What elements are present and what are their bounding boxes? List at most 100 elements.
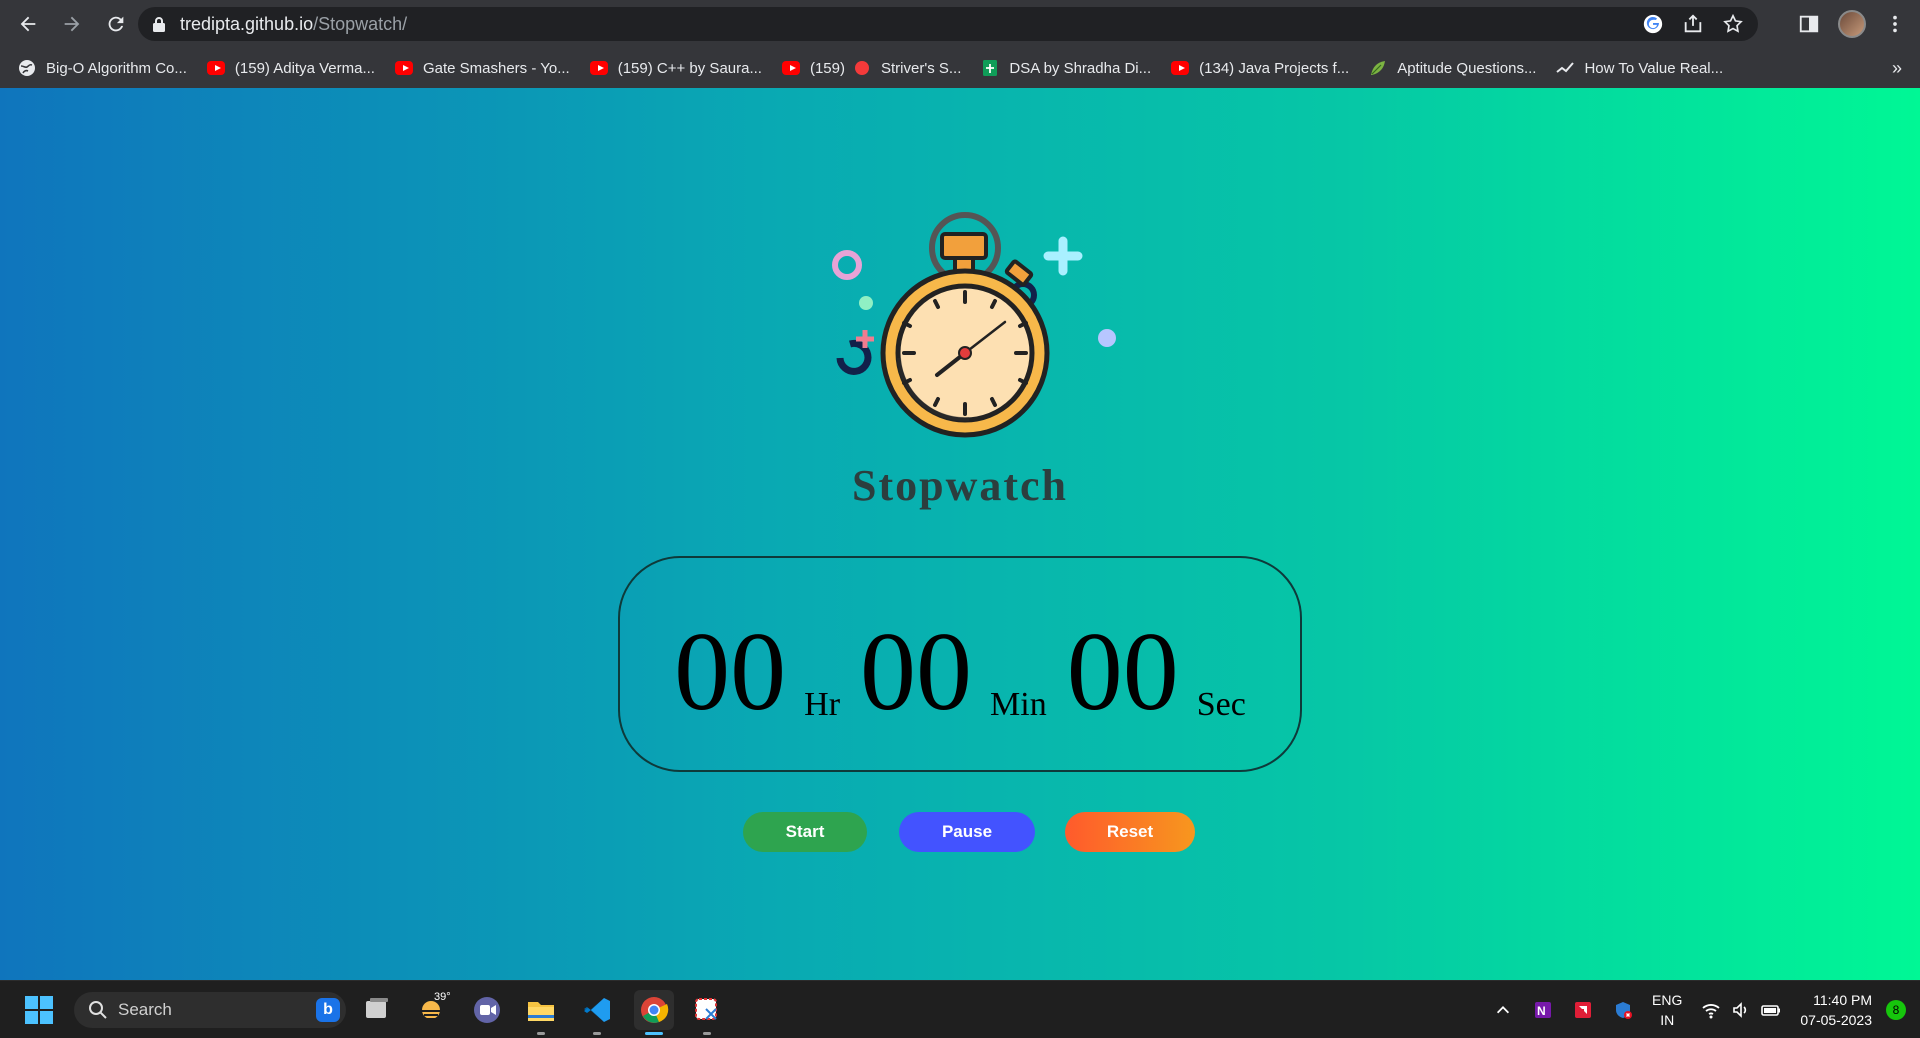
hours-value: 00 [674,610,787,734]
teams-app[interactable] [470,993,504,1027]
bookmark-label: Gate Smashers - Yo... [422,59,570,77]
volume-icon [1733,1002,1747,1018]
address-bar[interactable]: tredipta.github.io/Stopwatch/ [138,7,1758,41]
onenote-icon: N [1535,1002,1552,1018]
youtube-icon [394,61,413,75]
share-icon[interactable] [1682,13,1704,35]
bookmark-item[interactable]: Aptitude Questions... [1369,59,1536,77]
bookmark-label: (159) [809,59,845,77]
kebab-menu-icon[interactable] [1884,13,1906,35]
reload-icon [108,16,124,32]
bookmark-label: How To Value Real... [1584,59,1724,77]
language-indicator[interactable]: ENG IN [1652,990,1682,1030]
system-tray: N ENG IN 11:40 PM 07-05-2023 8 [1492,981,1920,1038]
bookmark-label: (159) Aditya Verma... [234,59,375,77]
chart-icon [1556,62,1575,73]
vscode-icon [584,998,610,1022]
bookmarks-bar: Big-O Algorithm Co... (159) Aditya Verma… [0,48,1920,88]
security-tray-icon[interactable] [1612,999,1634,1021]
task-view-icon [366,998,388,1018]
snipping-tool-icon [695,998,717,1020]
reset-button[interactable]: Reset [1065,812,1195,852]
running-indicator [593,1032,601,1035]
sheets-icon [983,60,998,76]
bookmark-label: Big-O Algorithm Co... [46,59,187,77]
globe-icon [19,60,35,76]
bing-icon[interactable]: b [316,998,340,1022]
vscode-app[interactable] [580,993,614,1035]
clock[interactable]: 11:40 PM 07-05-2023 [1800,990,1872,1030]
leaf-icon [1371,61,1386,75]
bookmark-item[interactable]: (134) Java Projects f... [1171,59,1349,77]
bookmark-item[interactable]: (159) Aditya Verma... [206,59,375,77]
bookmark-item[interactable]: Gate Smashers - Yo... [394,59,570,77]
running-indicator [703,1032,711,1035]
chat-icon [474,997,500,1023]
svg-text:N: N [1537,1004,1546,1018]
seconds-unit: Sec [1196,686,1246,723]
stopwatch-page: Stopwatch 00 Hr 00 Min 00 Sec Start Paus… [0,88,1920,980]
page-title: Stopwatch [851,461,1069,510]
bookmark-label: (159) C++ by Saura... [617,59,762,77]
start-button[interactable]: Start [743,812,867,852]
minutes-value: 00 [860,610,973,734]
stopwatch-icon [832,212,1116,438]
running-indicator [537,1032,545,1035]
arrow-right-icon [64,16,80,32]
file-explorer-app[interactable] [524,993,558,1035]
wifi-tray-icon[interactable] [1700,999,1722,1021]
youtube-icon [1171,61,1190,75]
show-hidden-icons-button[interactable] [1492,999,1514,1021]
back-button[interactable] [8,4,48,44]
bookmark-item[interactable]: DSA by Shradha Di... [981,59,1151,77]
youtube-icon [589,61,608,75]
amd-icon [1575,1002,1592,1018]
youtube-icon [781,61,800,75]
bookmark-item[interactable]: (159) [781,59,845,77]
control-buttons: Start Pause Reset [0,812,1920,852]
clock-time: 11:40 PM [1813,992,1872,1008]
shield-icon [1616,1002,1633,1019]
youtube-icon [206,61,225,75]
onenote-tray-icon[interactable]: N [1532,999,1554,1021]
timer-display: 00 Hr 00 Min 00 Sec [618,556,1302,772]
snipping-tool-app[interactable] [690,993,724,1035]
star-icon[interactable] [1722,13,1744,35]
reload-button[interactable] [96,4,136,44]
url-path: /Stopwatch/ [313,13,408,34]
region-code: IN [1660,1012,1675,1028]
task-view-button[interactable] [360,993,394,1027]
hours-unit: Hr [804,686,841,723]
chevron-up-icon [1496,1006,1510,1014]
minutes-unit: Min [990,686,1047,723]
taskbar-search[interactable]: Search b [74,992,346,1028]
bookmark-label: Aptitude Questions... [1397,59,1537,77]
google-icon[interactable] [1642,13,1664,35]
chrome-app[interactable] [634,990,674,1035]
seconds-value: 00 [1066,610,1179,734]
battery-tray-icon[interactable] [1760,999,1782,1021]
pause-button[interactable]: Pause [899,812,1035,852]
url-host: tredipta.github.io [180,13,314,34]
bookmarks-overflow-button[interactable]: » [1892,58,1902,79]
side-panel-icon[interactable] [1798,13,1820,35]
bookmark-item[interactable]: Striver's S... [853,59,961,77]
profile-avatar[interactable] [1838,10,1866,38]
battery-icon [1761,1005,1781,1016]
bookmark-item[interactable]: (159) C++ by Saura... [589,59,762,77]
language-code: ENG [1652,992,1683,1008]
weather-temp: 39° [434,991,451,1003]
volume-tray-icon[interactable] [1730,999,1752,1021]
wifi-icon [1702,1004,1720,1019]
forward-button[interactable] [52,4,92,44]
windows-start-icon[interactable] [24,995,54,1025]
amd-tray-icon[interactable] [1572,999,1594,1021]
bookmark-item[interactable]: How To Value Real... [1556,59,1723,77]
bookmark-item[interactable]: Big-O Algorithm Co... [18,59,187,77]
notification-badge[interactable]: 8 [1886,1000,1906,1020]
weather-widget[interactable]: 39° [414,991,451,1027]
search-icon [89,1001,107,1019]
chrome-icon [641,997,669,1023]
url-text: tredipta.github.io/Stopwatch/ [180,14,407,35]
lock-icon [153,17,165,32]
